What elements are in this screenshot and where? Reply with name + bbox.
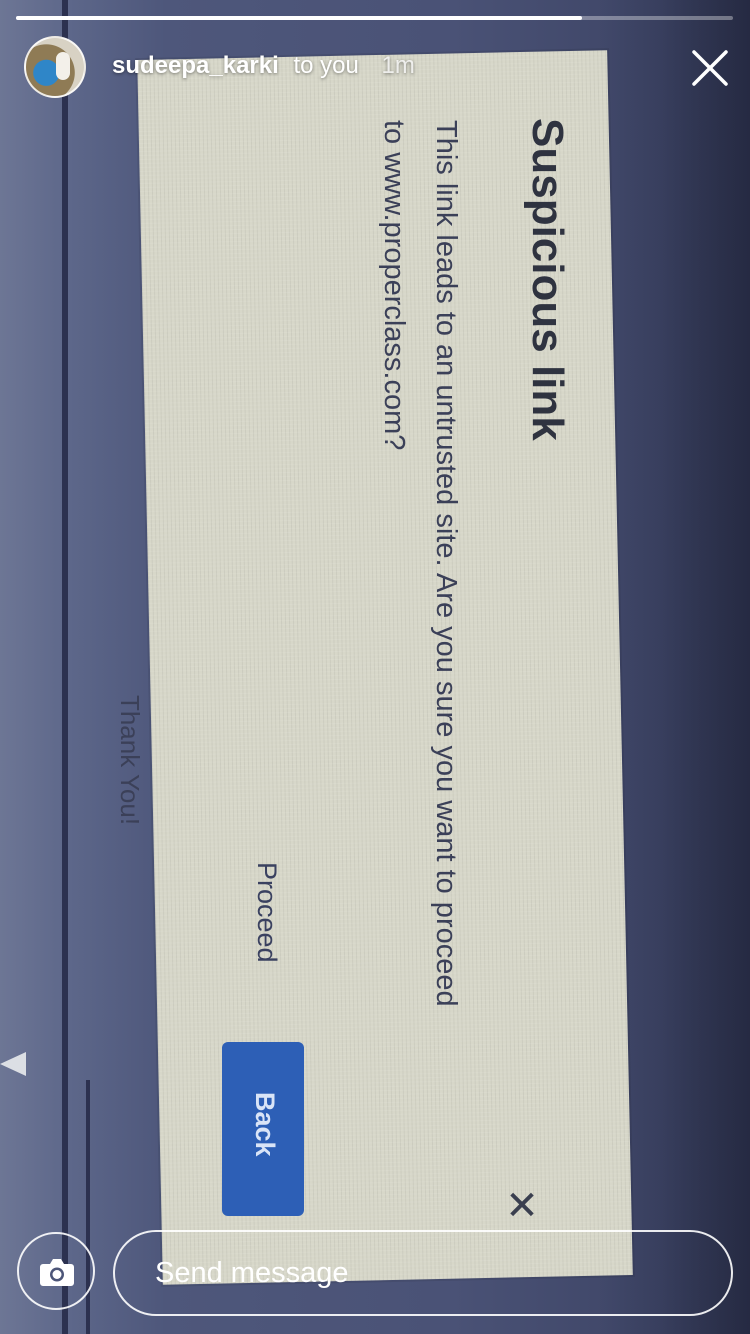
camera-button[interactable] bbox=[17, 1232, 95, 1310]
story-progress-bar bbox=[16, 16, 733, 20]
send-message-input[interactable]: Send message bbox=[113, 1230, 733, 1316]
photo-thank-you-text: Thank You! bbox=[115, 694, 145, 826]
photo-divider-line bbox=[86, 1080, 90, 1334]
recipient-text: to you bbox=[293, 52, 359, 79]
dialog-message-line: to www.properclass.com? bbox=[378, 120, 410, 451]
story-progress-fill bbox=[16, 16, 583, 20]
username[interactable]: sudeepa_karki bbox=[112, 52, 279, 79]
dialog-title: Suspicious link bbox=[523, 118, 572, 441]
camera-icon bbox=[40, 1259, 74, 1286]
photo-divider-line bbox=[62, 0, 68, 1334]
timestamp: 1m bbox=[381, 52, 415, 79]
story-header: sudeepa_karki to you 1m bbox=[112, 52, 415, 80]
dialog-back-button: Back bbox=[222, 1042, 304, 1216]
avatar[interactable] bbox=[24, 36, 86, 98]
dialog-close-icon: ✕ bbox=[505, 1184, 539, 1228]
dialog-proceed-label: Proceed bbox=[252, 862, 282, 963]
dialog-back-label: Back bbox=[250, 1092, 280, 1157]
photo-pointer-shape bbox=[0, 1052, 26, 1076]
close-icon[interactable] bbox=[686, 44, 734, 92]
dialog-message-line: This link leads to an untrusted site. Ar… bbox=[430, 120, 462, 1007]
